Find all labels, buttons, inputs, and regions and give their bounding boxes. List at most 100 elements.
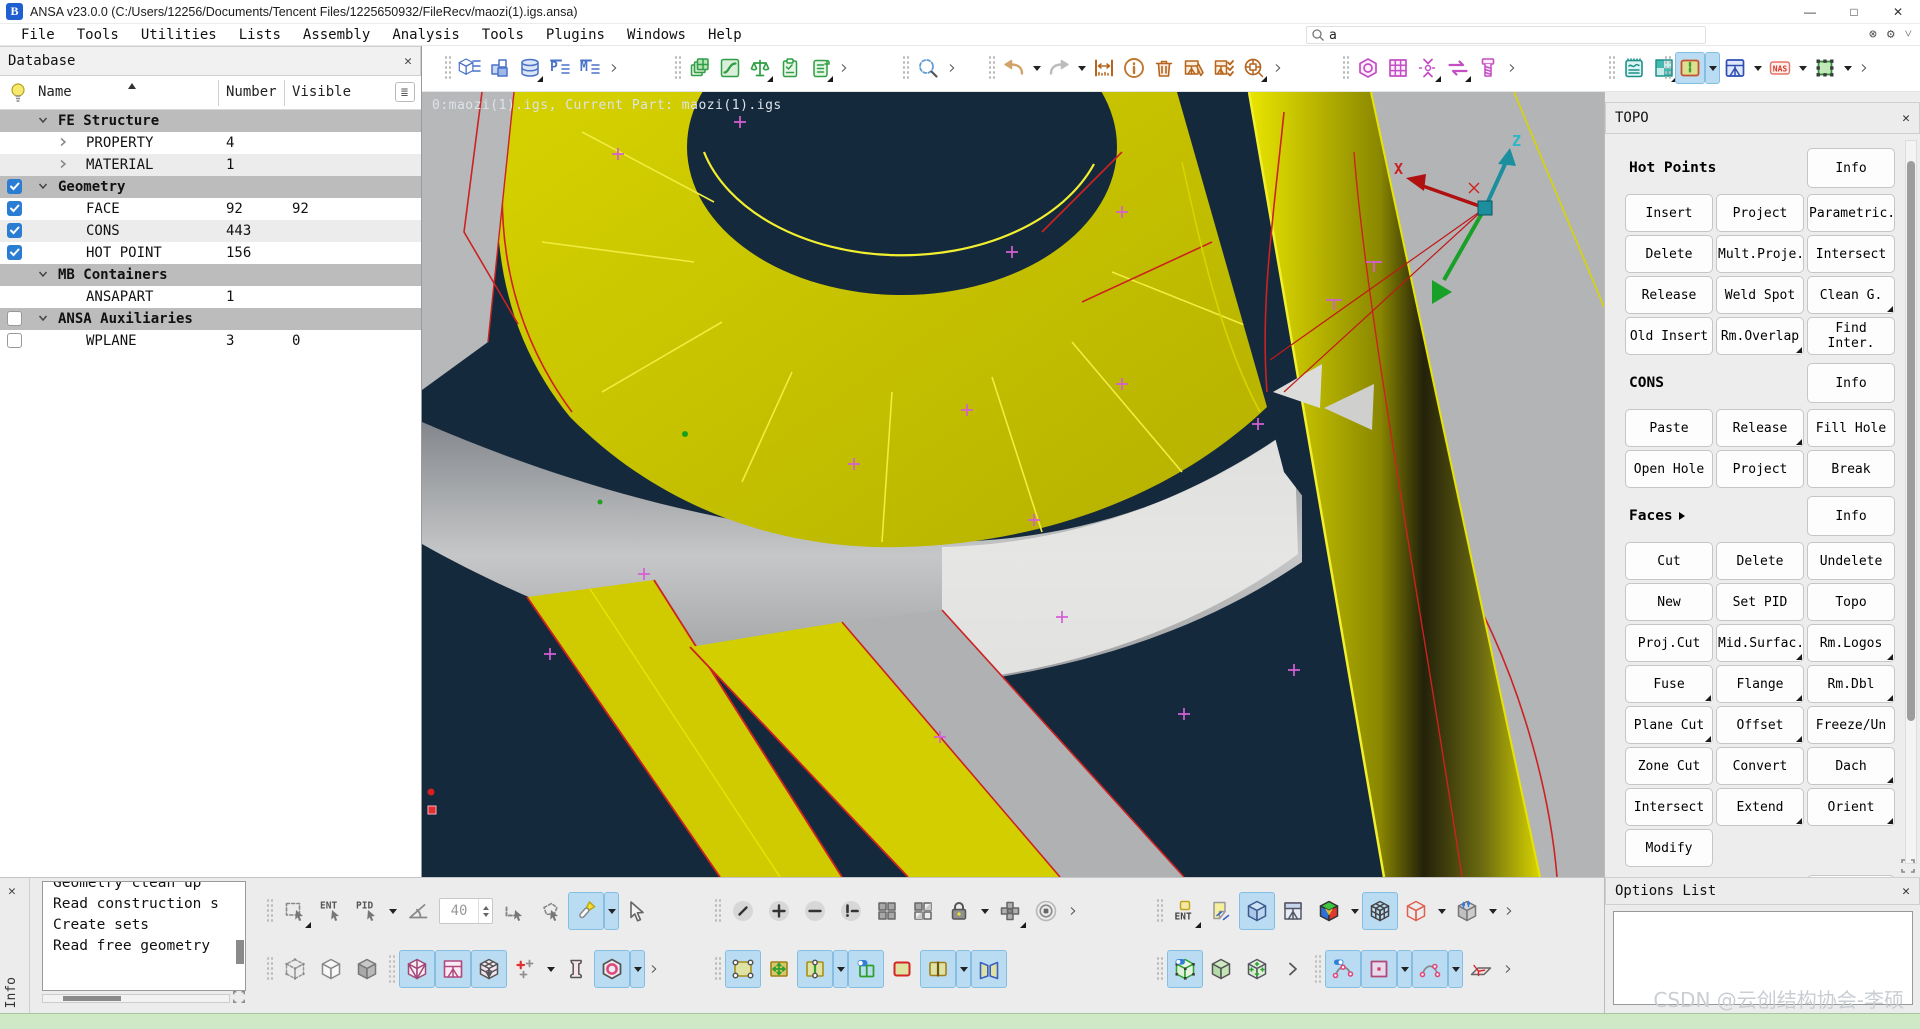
face-edges-icon[interactable] (797, 950, 833, 988)
maximize-button[interactable]: □ (1832, 0, 1876, 24)
wireframe-mode-icon[interactable] (399, 950, 435, 988)
more-render-icon[interactable] (1275, 950, 1311, 988)
nastran-deck-icon[interactable]: NAS (1765, 52, 1795, 84)
options-close-icon[interactable]: ✕ (1902, 884, 1910, 899)
weld-spot-button[interactable]: Weld Spot (1716, 276, 1804, 314)
notes-icon[interactable] (1619, 52, 1649, 84)
zoom-tools-more-icon[interactable] (945, 53, 959, 83)
dismiss-circle-icon[interactable]: ⊗ (1869, 24, 1877, 46)
transparency-view-icon[interactable] (1449, 892, 1485, 930)
column-visible[interactable]: Visible (292, 84, 351, 100)
offset-button[interactable]: Offset (1716, 706, 1804, 744)
topo-scrollbar[interactable] (1905, 140, 1917, 864)
swap-direction-icon[interactable] (1443, 52, 1473, 84)
command-hscrollbar[interactable] (42, 994, 230, 1003)
database-browser-icon[interactable] (515, 52, 545, 84)
material-list-icon[interactable]: M (575, 52, 605, 84)
delete-button[interactable]: Delete (1625, 235, 1713, 273)
list-options-icon[interactable]: ≣ (395, 82, 415, 102)
expand-icon[interactable] (56, 132, 70, 154)
zoom-area-icon[interactable] (913, 52, 943, 84)
measure-icon[interactable] (1089, 52, 1119, 84)
entities-list-icon[interactable] (455, 52, 485, 84)
collapse-icon[interactable] (36, 308, 50, 330)
tree-row-mb-containers[interactable]: MB Containers (0, 264, 421, 286)
minimize-button[interactable]: — (1788, 0, 1832, 24)
verify-mesh-icon[interactable] (1209, 52, 1239, 84)
dach-button[interactable]: Dach (1807, 747, 1895, 785)
checks-manager-icon[interactable] (775, 52, 805, 84)
angle-value-spinner[interactable]: 40 (439, 898, 493, 924)
database-close-icon[interactable]: ✕ (404, 54, 412, 69)
geometry-display-more-icon[interactable] (1501, 954, 1515, 984)
fill-hole-button[interactable]: Fill Hole (1807, 409, 1895, 447)
checkbox-wplane[interactable] (7, 333, 22, 348)
highlight-icon[interactable] (568, 892, 604, 930)
set-pid-button[interactable]: Set PID (1716, 583, 1804, 621)
ent-display-icon[interactable]: ENT (1167, 892, 1203, 930)
shell-stack-icon[interactable] (685, 52, 715, 84)
checkbox-geometry[interactable] (7, 179, 22, 194)
shell-mesh-icon[interactable] (1675, 52, 1705, 84)
symmetry-icon[interactable] (1413, 52, 1443, 84)
feature-angle-icon[interactable] (400, 892, 436, 930)
pid-view-icon-dropdown[interactable] (1434, 892, 1449, 930)
project-button[interactable]: Project (1716, 194, 1804, 232)
menu-plugins-7[interactable]: Plugins (535, 24, 616, 46)
project-button[interactable]: Project (1716, 450, 1804, 488)
rm-dbl-button[interactable]: Rm.Dbl (1807, 665, 1895, 703)
function-curve-icon[interactable] (715, 52, 745, 84)
show-partial-icon[interactable] (905, 892, 941, 930)
curves-toggle-icon[interactable] (1325, 950, 1361, 988)
fuse-button[interactable]: Fuse (1625, 665, 1713, 703)
checkbox-face[interactable] (7, 201, 22, 216)
isolate-icon[interactable] (1028, 892, 1064, 930)
release-button[interactable]: Release (1716, 409, 1804, 447)
face-edges-icon-dropdown[interactable] (833, 950, 848, 988)
collapse-icon[interactable] (36, 176, 50, 198)
bolt-icon[interactable] (1473, 52, 1503, 84)
show-all-icon[interactable] (869, 892, 905, 930)
quality-tools-more-icon[interactable] (837, 53, 851, 83)
highlight-icon-dropdown[interactable] (604, 892, 619, 930)
delete-icon[interactable] (1149, 52, 1179, 84)
lock-view-icon-dropdown[interactable] (977, 892, 992, 930)
face-mirror-icon[interactable] (971, 950, 1007, 988)
morph-box-icon[interactable] (1810, 52, 1840, 84)
rm-logos-button[interactable]: Rm.Logos (1807, 624, 1895, 662)
spinner-down-icon[interactable] (483, 913, 489, 920)
mesh-view-icon[interactable] (1275, 892, 1311, 930)
neighbour-icon[interactable] (992, 892, 1028, 930)
tree-row-material[interactable]: MATERIAL1 (0, 154, 421, 176)
face-boundary-icon[interactable] (884, 950, 920, 988)
settings-gear-icon[interactable]: ⚙ (1887, 24, 1895, 46)
angle-value-spinner-value[interactable]: 40 (440, 903, 478, 919)
menu-utilities-2[interactable]: Utilities (130, 24, 228, 46)
redo-icon[interactable] (1044, 52, 1074, 84)
nodes-toggle-icon-dropdown[interactable] (630, 950, 645, 988)
freeze-un-button[interactable]: Freeze/Un (1807, 706, 1895, 744)
select-pid-icon[interactable]: PID (349, 892, 385, 930)
spinner-up-icon[interactable] (483, 903, 489, 910)
quality-view-icon[interactable] (1311, 892, 1347, 930)
surface-points-icon[interactable] (1361, 950, 1397, 988)
parts-manager-icon[interactable] (485, 52, 515, 84)
collapse-icon[interactable] (36, 264, 50, 286)
delete-button[interactable]: Delete (1716, 542, 1804, 580)
menu-assembly-4[interactable]: Assembly (292, 24, 381, 46)
face-toggle-icon[interactable] (848, 950, 884, 988)
nodes-toggle-icon[interactable] (594, 950, 630, 988)
plane-cut-button[interactable]: Plane Cut (1625, 706, 1713, 744)
viewport[interactable]: 0:maozi(1).igs, Current Part: maozi(1).i… (422, 92, 1604, 877)
tree-row-cons[interactable]: CONS443 (0, 220, 421, 242)
invert-visible-icon[interactable] (833, 892, 869, 930)
menu-help-9[interactable]: Help (697, 24, 753, 46)
undo-icon-dropdown[interactable] (1029, 52, 1044, 84)
command-hscroll-thumb[interactable] (63, 996, 121, 1001)
find-inter-button[interactable]: Find Inter. (1807, 317, 1895, 355)
beams-toggle-icon[interactable] (558, 950, 594, 988)
close-button[interactable]: ✕ (1876, 0, 1920, 24)
plate-feature-icon[interactable] (1383, 52, 1413, 84)
mesh-tools-more-icon[interactable] (1857, 53, 1871, 83)
hot-points-toggle-icon[interactable] (507, 950, 543, 988)
